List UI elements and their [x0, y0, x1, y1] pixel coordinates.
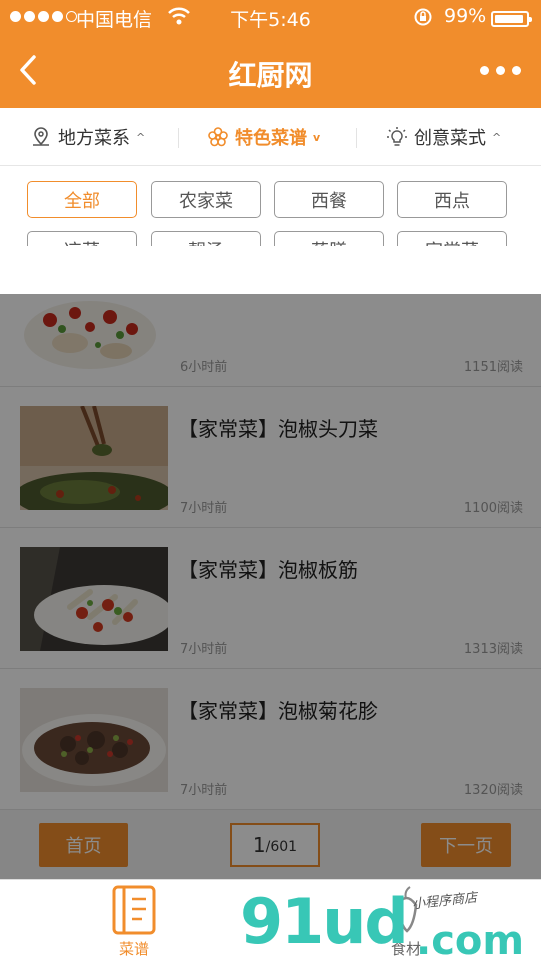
recipe-thumbnail [20, 547, 168, 651]
recipe-thumbnail [20, 406, 168, 510]
caret-down-icon: v [313, 130, 321, 144]
recipe-title: 【家常菜】泡椒菊花胗 [178, 699, 378, 723]
filter-creative-dishes[interactable]: 创意菜式 ^ [386, 108, 501, 166]
recipe-read-count: 1320阅读 [463, 783, 523, 798]
filter-special-recipes[interactable]: 特色菜谱 v [207, 108, 320, 166]
list-item[interactable]: 【家常菜】泡椒板筋 7小时前 1313阅读 [0, 528, 541, 669]
list-item[interactable]: 6小时前 1151阅读 [0, 246, 541, 387]
tag-western[interactable]: 西餐 [274, 181, 384, 218]
recipe-book-icon [112, 885, 156, 935]
recipe-title: 【家常菜】泡椒板筋 [178, 558, 358, 582]
tab-label: 食材 [390, 940, 421, 958]
tab-bar: 菜谱 食材 [0, 879, 541, 960]
more-dots-icon[interactable] [480, 66, 521, 75]
recipe-time: 7小时前 [180, 501, 228, 516]
tab-recipes[interactable]: 菜谱 [84, 880, 184, 960]
list-item[interactable]: 【家常菜】泡椒菊花胗 7小时前 1320阅读 [0, 669, 541, 810]
filter-bar: 地方菜系 ^ 特色菜谱 v 创意菜式 ^ [0, 108, 541, 166]
caret-up-icon: ^ [136, 130, 146, 144]
recipe-time: 7小时前 [180, 642, 228, 657]
tag-farmhouse[interactable]: 农家菜 [151, 181, 261, 218]
next-page-button[interactable]: 下一页 [421, 823, 511, 867]
recipe-thumbnail [20, 688, 168, 792]
divider [356, 128, 357, 148]
recipe-read-count: 1151阅读 [463, 360, 523, 375]
lightbulb-icon [387, 127, 407, 146]
recipe-title: 【家常菜】泡椒头刀菜 [178, 417, 378, 441]
status-bar: 中国电信 下午5:46 99% [0, 0, 541, 36]
page-indicator[interactable]: 1/601 [230, 823, 320, 867]
flower-icon [208, 127, 228, 147]
filter-label: 地方菜系 [58, 128, 130, 149]
tag-pastry[interactable]: 西点 [397, 181, 507, 218]
filter-label: 创意菜式 [414, 128, 486, 149]
rotation-lock-icon [413, 7, 433, 32]
recipe-time: 6小时前 [180, 360, 228, 375]
recipe-read-count: 1100阅读 [463, 501, 523, 516]
tab-ingredients[interactable]: 食材 [356, 880, 456, 960]
navigation-bar: 红厨网 [0, 36, 541, 108]
first-page-button[interactable]: 首页 [39, 823, 128, 867]
battery-icon [491, 11, 532, 27]
filter-local-cuisine[interactable]: 地方菜系 ^ [30, 108, 145, 166]
caret-up-icon: ^ [492, 130, 502, 144]
current-page: 1 [252, 833, 266, 857]
recipe-thumbnail [20, 265, 168, 369]
tab-label: 菜谱 [118, 940, 149, 958]
page-title: 红厨网 [228, 59, 313, 92]
ingredient-icon [396, 886, 418, 933]
tag-all[interactable]: 全部 [27, 181, 137, 218]
pagination: 首页 1/601 下一页 [0, 810, 541, 879]
divider [178, 128, 179, 148]
list-item[interactable]: 【家常菜】泡椒头刀菜 7小时前 1100阅读 [0, 387, 541, 528]
total-pages: /601 [265, 839, 298, 855]
filter-label: 特色菜谱 [235, 128, 307, 149]
recipe-read-count: 1313阅读 [463, 642, 523, 657]
recipe-time: 7小时前 [180, 783, 228, 798]
battery-percent: 99% [444, 5, 487, 27]
location-pin-icon [33, 127, 49, 146]
